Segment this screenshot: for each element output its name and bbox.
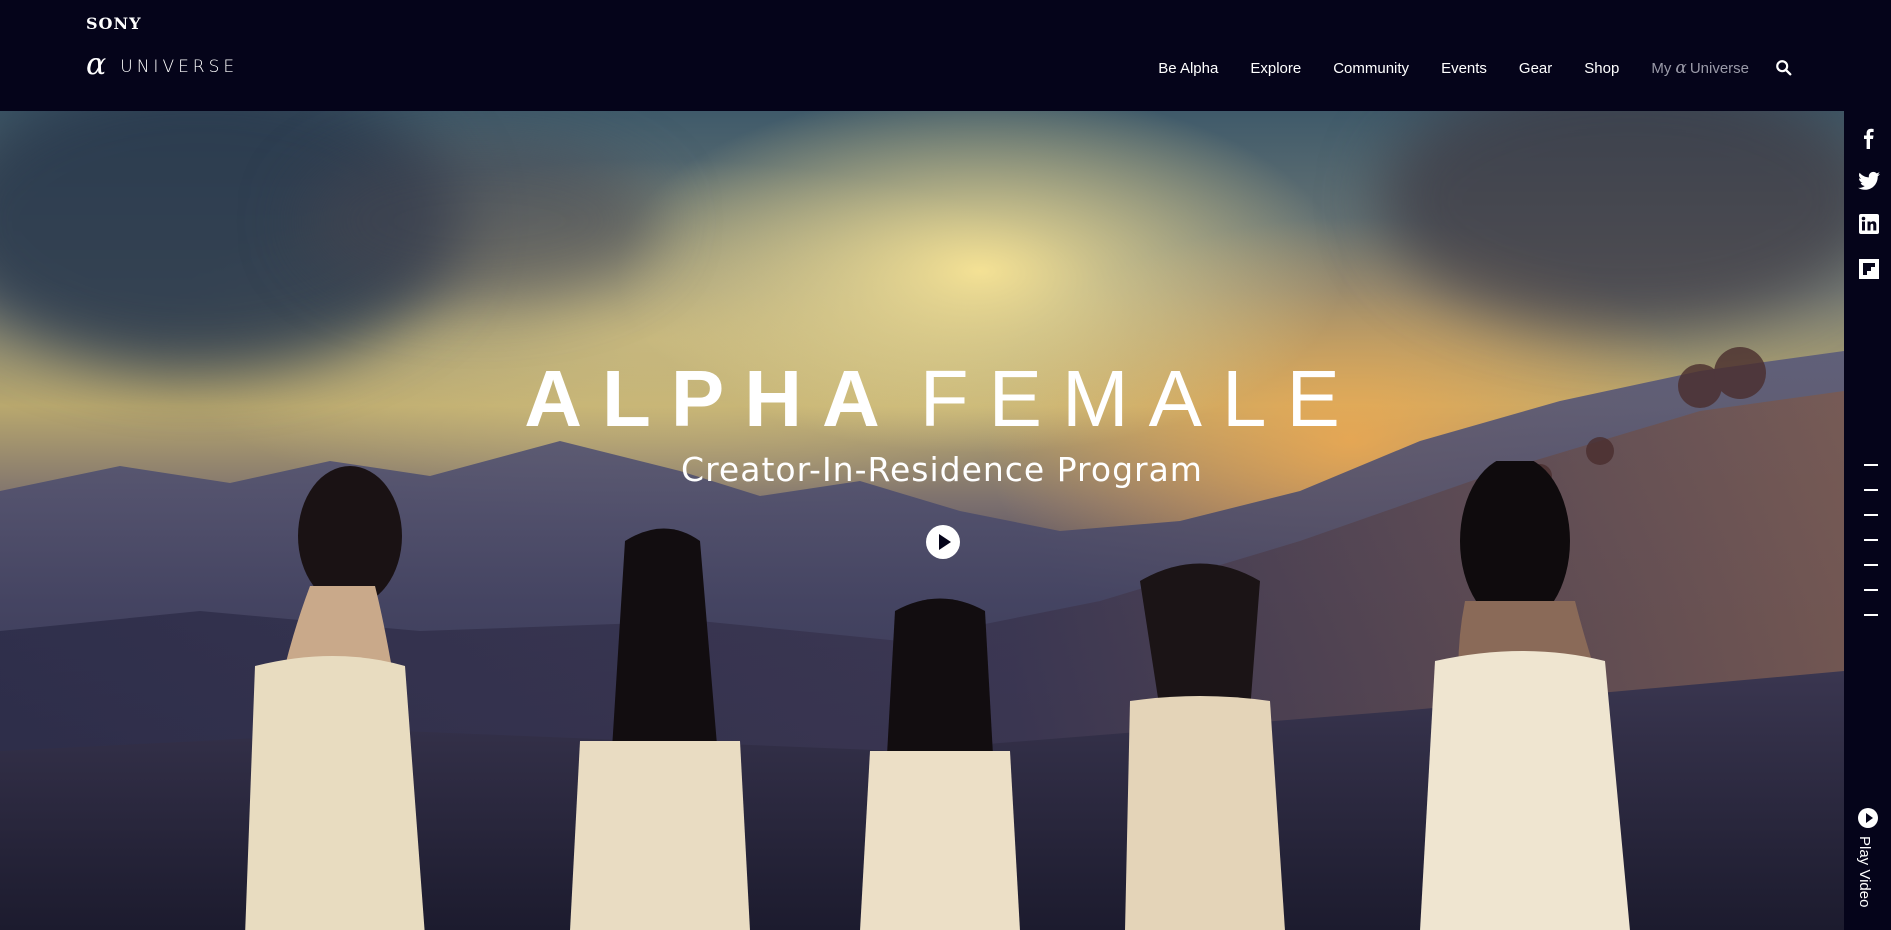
alpha-universe-logo[interactable]: α UNIVERSE xyxy=(86,50,239,80)
nav-be-alpha[interactable]: Be Alpha xyxy=(1158,60,1218,77)
universe-wordmark: UNIVERSE xyxy=(120,57,239,77)
my-universe-alpha-glyph: α xyxy=(1675,58,1687,78)
play-icon[interactable] xyxy=(926,525,960,559)
nav-my-alpha-universe[interactable]: My α Universe xyxy=(1651,58,1749,78)
alpha-logo-glyph: α xyxy=(86,47,107,82)
sony-logo[interactable]: SONY xyxy=(86,14,142,33)
nav-gear[interactable]: Gear xyxy=(1519,60,1552,77)
nav-community[interactable]: Community xyxy=(1333,60,1409,77)
section-marker[interactable] xyxy=(1864,514,1878,516)
hero-title-light: FEMALE xyxy=(919,354,1360,443)
figure-woman-2 xyxy=(570,528,750,930)
figure-woman-1 xyxy=(245,466,425,930)
section-marker[interactable] xyxy=(1864,539,1878,541)
top-navigation-bar: SONY α UNIVERSE Be Alpha Explore Communi… xyxy=(0,0,1891,111)
main-nav: Be Alpha Explore Community Events Gear S… xyxy=(1126,58,1793,78)
figure-woman-4 xyxy=(1125,563,1285,930)
my-universe-suffix: Universe xyxy=(1689,59,1749,77)
twitter-icon[interactable] xyxy=(1858,170,1880,192)
hero-subtitle: Creator-In-Residence Program xyxy=(681,450,1203,489)
section-marker[interactable] xyxy=(1864,489,1878,491)
my-universe-prefix: My xyxy=(1651,59,1672,77)
figure-woman-3 xyxy=(860,598,1020,930)
hero-title: ALPHA FEMALE xyxy=(0,359,1844,439)
flipboard-icon[interactable] xyxy=(1858,258,1880,280)
rail-play-icon[interactable] xyxy=(1858,808,1878,828)
facebook-icon[interactable] xyxy=(1858,127,1880,149)
section-marker[interactable] xyxy=(1864,614,1878,616)
hero-title-bold: ALPHA xyxy=(524,354,900,443)
play-video-label[interactable]: Play Video xyxy=(1856,836,1873,907)
section-marker[interactable] xyxy=(1864,464,1878,466)
linkedin-icon[interactable] xyxy=(1858,213,1880,235)
nav-shop[interactable]: Shop xyxy=(1584,60,1619,77)
section-marker[interactable] xyxy=(1864,589,1878,591)
figure-woman-5 xyxy=(1420,461,1630,930)
nav-events[interactable]: Events xyxy=(1441,60,1487,77)
hero-banner: ALPHA FEMALE Creator-In-Residence Program xyxy=(0,111,1844,930)
section-marker[interactable] xyxy=(1864,564,1878,566)
search-icon[interactable] xyxy=(1775,59,1793,77)
nav-explore[interactable]: Explore xyxy=(1250,60,1301,77)
